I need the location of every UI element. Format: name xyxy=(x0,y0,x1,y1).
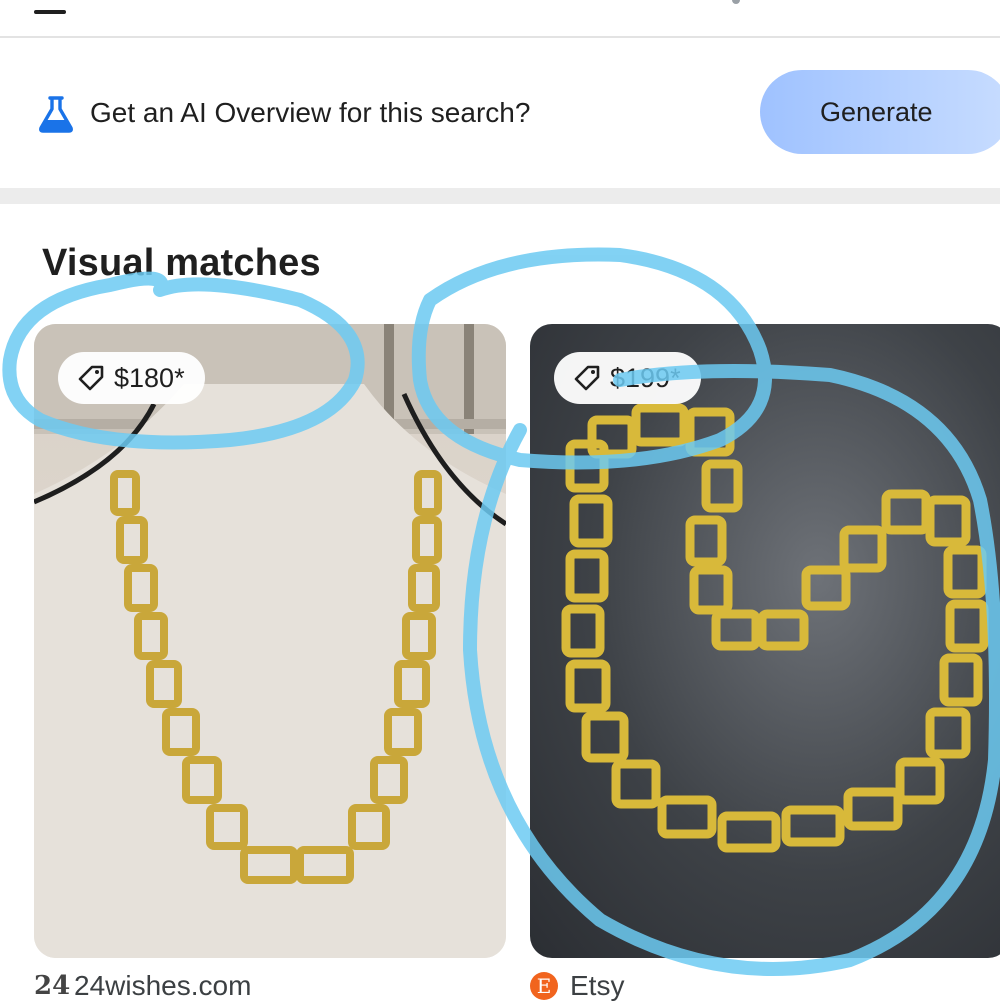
price-tag-icon xyxy=(574,365,600,391)
source-label: Etsy xyxy=(570,970,625,1001)
menu-dash-icon[interactable] xyxy=(34,10,66,14)
ai-overview-prompt: Get an AI Overview for this search? xyxy=(90,97,531,128)
visual-match-card[interactable]: $199* xyxy=(530,324,1000,958)
source-link[interactable]: 24 24wishes.com xyxy=(34,966,251,1006)
24wishes-favicon-icon: 24 xyxy=(34,971,71,1001)
source-link[interactable]: E Etsy xyxy=(530,966,624,1006)
top-bar xyxy=(0,0,1000,38)
price-label: $199* xyxy=(610,362,681,393)
ai-overview-banner: Get an AI Overview for this search? Gene… xyxy=(0,38,1000,188)
section-title: Visual matches xyxy=(42,242,321,284)
generate-button[interactable]: Generate xyxy=(760,70,1000,154)
section-divider xyxy=(0,188,1000,204)
etsy-favicon-icon: E xyxy=(530,972,558,1000)
price-label: $180* xyxy=(114,362,185,393)
product-image xyxy=(561,403,989,853)
flask-icon xyxy=(39,96,73,133)
price-badge: $199* xyxy=(554,352,701,404)
visual-match-card[interactable]: $180* xyxy=(34,324,506,958)
source-label: 24wishes.com xyxy=(74,970,252,1001)
price-tag-icon xyxy=(78,365,104,391)
price-badge: $180* xyxy=(58,352,205,404)
product-image xyxy=(34,324,506,958)
partial-icon xyxy=(732,0,740,4)
